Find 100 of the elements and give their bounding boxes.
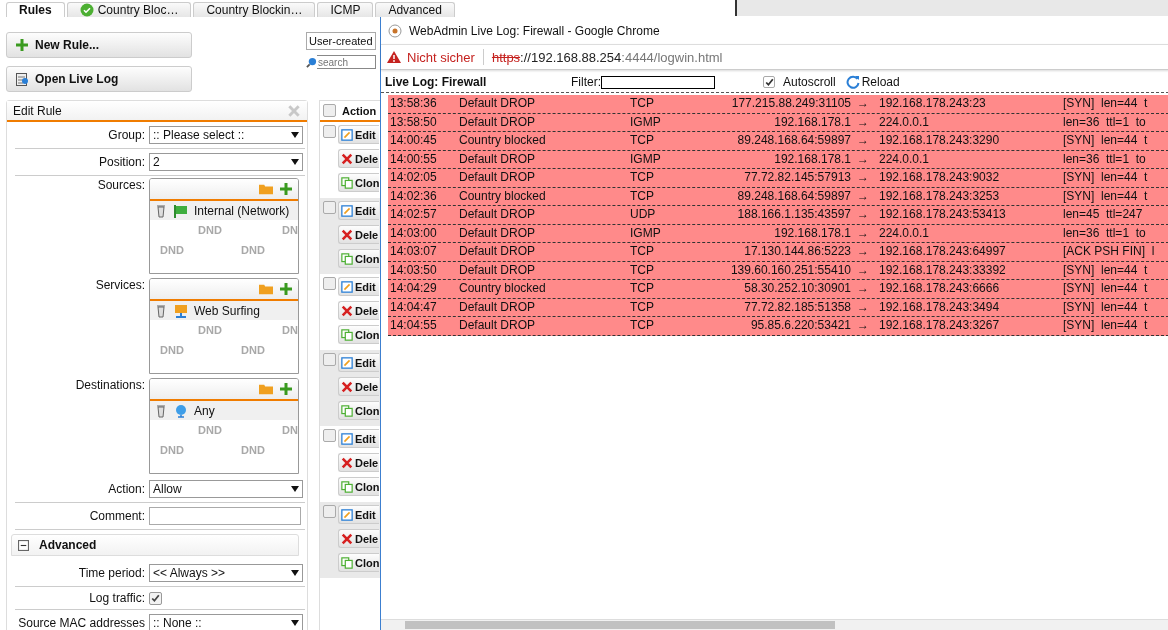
checkbox[interactable] xyxy=(323,125,336,138)
log-source: 95.85.6.220:53421 xyxy=(749,317,852,334)
new-rule-button[interactable]: New Rule... xyxy=(6,32,192,58)
clone-button[interactable]: Clon xyxy=(338,477,380,496)
plus-icon[interactable] xyxy=(279,382,293,396)
checkbox[interactable] xyxy=(323,505,336,518)
dropdown[interactable]: 2 xyxy=(149,153,303,171)
url-text[interactable]: https://192.168.88.254:4444/logwin.html xyxy=(491,49,723,65)
delete-button[interactable]: Dele xyxy=(338,453,380,472)
arrow-text: → xyxy=(857,280,870,297)
clone-button[interactable]: Clon xyxy=(338,249,380,268)
log-source: 139.60.160.251:55410 xyxy=(729,261,852,279)
plus-icon[interactable] xyxy=(279,182,293,196)
edit-button[interactable]: Edit xyxy=(338,125,380,144)
log-time: 14:00:45 xyxy=(390,132,438,149)
edit-button[interactable]: Edit xyxy=(338,353,380,372)
watermark-text: DND xyxy=(241,444,265,456)
clone-button[interactable]: Clon xyxy=(338,325,380,344)
log-time: 14:04:47 xyxy=(390,298,438,316)
list-item[interactable]: Internal (Network) xyxy=(150,201,298,220)
arrow-text: → xyxy=(857,113,870,131)
list-item[interactable]: Any xyxy=(150,401,298,420)
edit-button[interactable]: Edit xyxy=(338,277,380,296)
checkbox[interactable] xyxy=(323,201,336,214)
checkbox[interactable] xyxy=(763,76,775,88)
dropdown[interactable]: :: None :: xyxy=(149,614,303,630)
log-destination: 192.168.178.243:33392 xyxy=(879,261,1007,279)
trash-icon[interactable] xyxy=(154,203,168,218)
delete-button[interactable]: Dele xyxy=(338,301,380,320)
tab[interactable]: Rules xyxy=(6,2,65,17)
warning-icon xyxy=(387,50,401,64)
watermark-text: DND xyxy=(241,244,265,256)
dropdown[interactable]: Allow xyxy=(149,480,303,498)
dropdown[interactable]: << Always >> xyxy=(149,564,303,582)
log-protocol: IGMP xyxy=(630,113,662,131)
filter-field[interactable] xyxy=(601,75,715,89)
log-details: [SYN] len=44 t xyxy=(1063,298,1149,316)
clone-button[interactable]: Clon xyxy=(338,553,380,572)
plus-icon[interactable] xyxy=(279,282,293,296)
caret-icon xyxy=(291,159,299,165)
log-time: 14:03:00 xyxy=(390,224,438,242)
tab[interactable]: Advanced xyxy=(375,2,455,17)
close-icon[interactable] xyxy=(287,103,301,118)
caret-icon xyxy=(291,570,299,576)
log-details: len=45 ttl=247 xyxy=(1063,206,1144,223)
edit-button[interactable]: Edit xyxy=(338,505,380,524)
log-destination: 192.168.178.243:6666 xyxy=(879,280,1001,297)
log-destination: 224.0.0.1 xyxy=(879,150,931,168)
delete-button[interactable]: Dele xyxy=(338,225,380,244)
search-field[interactable]: search xyxy=(317,55,376,69)
document-icon xyxy=(15,72,29,86)
advanced-section-header[interactable]: Advanced xyxy=(11,534,299,556)
open-live-log-button[interactable]: Open Live Log xyxy=(6,66,192,92)
log-source: 77.72.82.145:57913 xyxy=(743,169,852,186)
checkbox[interactable] xyxy=(323,277,336,290)
folder-icon[interactable] xyxy=(259,382,273,396)
trash-icon[interactable] xyxy=(154,403,168,418)
log-reason: Default DROP xyxy=(459,113,537,131)
tab[interactable]: Country Bloc… xyxy=(66,2,192,17)
log-time: 14:02:57 xyxy=(390,206,438,223)
delete-button[interactable]: Dele xyxy=(338,529,380,548)
filter-select[interactable]: User-created xyxy=(306,32,376,50)
column-header: Action xyxy=(342,104,377,117)
tab[interactable]: ICMP xyxy=(317,2,374,17)
security-label[interactable]: Nicht sicher xyxy=(407,49,475,65)
log-reason: Default DROP xyxy=(459,206,537,223)
scrollbar[interactable] xyxy=(381,619,1168,630)
log-reason: Default DROP xyxy=(459,224,537,242)
clone-button[interactable]: Clon xyxy=(338,173,380,192)
watermark-text: DND xyxy=(160,444,184,456)
edit-button[interactable]: Edit xyxy=(338,201,380,220)
log-protocol: TCP xyxy=(630,169,655,186)
list-item[interactable]: Web Surfing xyxy=(150,301,298,320)
folder-icon[interactable] xyxy=(259,182,273,196)
watermark-text: DND xyxy=(160,344,184,356)
delete-button[interactable]: Dele xyxy=(338,149,380,168)
reload-button[interactable]: Reload xyxy=(845,75,900,89)
log-protocol: TCP xyxy=(630,317,655,334)
delete-button[interactable]: Dele xyxy=(338,377,380,396)
checkbox[interactable] xyxy=(323,353,336,366)
log-source: 192.168.178.1 xyxy=(773,150,852,168)
tab[interactable]: Country Blockin… xyxy=(193,2,316,17)
dropdown[interactable]: :: Please select :: xyxy=(149,126,303,144)
log-details: [SYN] len=44 t xyxy=(1063,261,1149,279)
log-destination: 192.168.178.243:53413 xyxy=(879,206,1007,223)
checkbox[interactable] xyxy=(323,429,336,442)
watermark-text: DN xyxy=(282,424,298,436)
log-destination: 192.168.178.243:3290 xyxy=(879,132,1001,149)
edit-icon xyxy=(341,280,353,293)
log-protocol: TCP xyxy=(630,243,655,260)
checkbox[interactable] xyxy=(149,591,162,605)
edit-button[interactable]: Edit xyxy=(338,429,380,448)
comment-field[interactable] xyxy=(149,507,301,525)
collapse-icon[interactable] xyxy=(18,539,29,551)
checkbox[interactable] xyxy=(323,104,336,117)
trash-icon[interactable] xyxy=(154,303,168,318)
folder-icon[interactable] xyxy=(259,282,273,296)
log-source: 177.215.88.249:31105 xyxy=(730,95,852,112)
field-label: Action: xyxy=(107,482,145,496)
clone-button[interactable]: Clon xyxy=(338,401,380,420)
